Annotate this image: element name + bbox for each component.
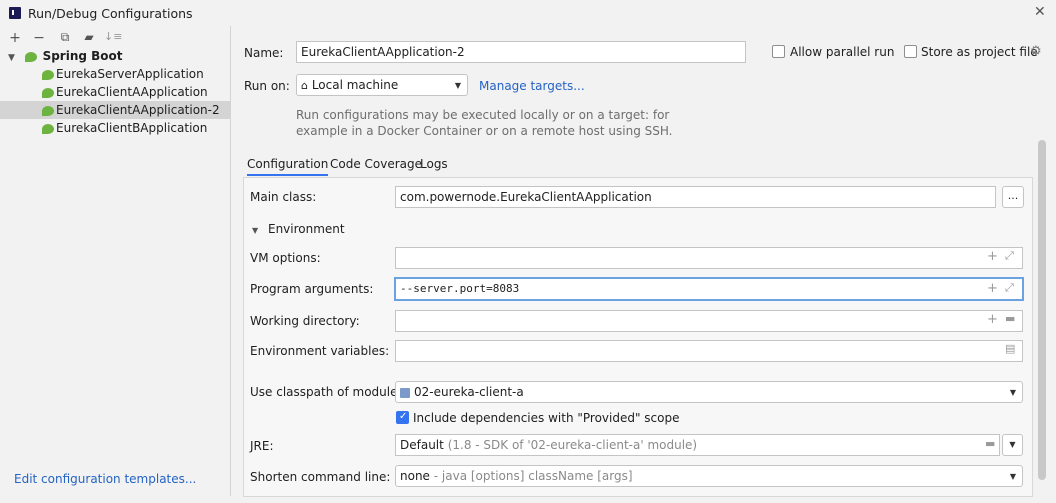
move-to-folder-icon[interactable]: ▰	[80, 30, 98, 44]
environment-label: Environment	[267, 222, 345, 236]
scrollbar[interactable]	[1038, 140, 1046, 480]
tab-configuration[interactable]: Configuration	[247, 157, 329, 176]
tree-item-label: EurekaServerApplication	[56, 67, 204, 81]
vm-options-label: VM options:	[250, 251, 321, 265]
remove-icon[interactable]: −	[30, 30, 48, 46]
jre-value: Default	[400, 438, 444, 452]
browse-main-class-button[interactable]: ...	[1002, 186, 1024, 208]
program-arguments-field[interactable]: --server.port=8083	[394, 277, 1024, 301]
shorten-command-select[interactable]: none - java [options] className [args] ▼	[395, 465, 1023, 487]
add-icon[interactable]: +	[987, 249, 998, 264]
classpath-module-select[interactable]: 02-eureka-client-a ▼	[395, 381, 1023, 403]
shorten-command-value: none	[400, 469, 430, 483]
jre-dropdown-button[interactable]: ▼	[1002, 434, 1023, 456]
working-directory-label: Working directory:	[250, 314, 360, 328]
add-icon[interactable]: +	[987, 312, 998, 327]
sort-icon[interactable]: ↓≡	[104, 30, 122, 43]
tab-code-coverage[interactable]: Code Coverage	[330, 157, 422, 171]
tree-group-spring-boot[interactable]: ▼ Spring Boot	[0, 47, 231, 65]
program-arguments-label: Program arguments:	[250, 282, 374, 296]
document-icon[interactable]: ▤	[1005, 342, 1015, 355]
add-icon[interactable]: +	[987, 281, 998, 296]
tree-group-label: Spring Boot	[42, 49, 123, 63]
main-class-field[interactable]: com.powernode.EurekaClientAApplication	[395, 186, 996, 208]
tree-item[interactable]: EurekaClientAApplication	[0, 83, 231, 101]
expand-icon[interactable]: ⤢	[1005, 249, 1014, 263]
tree-item-label: EurekaClientBApplication	[56, 121, 208, 135]
name-field[interactable]: EurekaClientAApplication-2	[296, 41, 746, 63]
edit-templates-link[interactable]: Edit configuration templates...	[14, 472, 196, 486]
run-on-label: Run on:	[244, 79, 290, 93]
window-title: Run/Debug Configurations	[28, 6, 193, 21]
environment-section[interactable]: ▼ Environment	[252, 222, 345, 236]
run-on-hint-line1: Run configurations may be executed local…	[296, 108, 670, 122]
chevron-down-icon: ▼	[1009, 388, 1016, 397]
jre-label: JRE:	[250, 439, 274, 453]
classpath-module-value: 02-eureka-client-a	[414, 385, 524, 399]
manage-targets-link[interactable]: Manage targets...	[479, 79, 585, 93]
main-class-label: Main class:	[250, 190, 317, 204]
working-directory-field[interactable]	[395, 310, 1023, 332]
spring-boot-icon	[42, 123, 54, 134]
tree-item-label: EurekaClientAApplication	[56, 85, 208, 99]
copy-icon[interactable]: ⧉	[56, 30, 74, 45]
close-icon[interactable]: ✕	[1034, 4, 1046, 20]
spring-boot-icon	[42, 69, 54, 80]
include-dependencies-checkbox[interactable]	[396, 411, 409, 424]
tree-item-selected[interactable]: EurekaClientAApplication-2	[0, 101, 231, 119]
spring-boot-icon	[24, 51, 37, 62]
folder-icon[interactable]: ▬	[1005, 312, 1015, 325]
shorten-command-label: Shorten command line:	[250, 470, 391, 484]
chevron-down-icon: ▼	[1009, 440, 1016, 449]
environment-variables-field[interactable]	[395, 340, 1023, 362]
gear-icon[interactable]: ⚙	[1030, 44, 1042, 59]
tree-item[interactable]: EurekaClientBApplication	[0, 119, 231, 137]
run-on-hint-line2: example in a Docker Container or on a re…	[296, 124, 673, 138]
tree-item[interactable]: EurekaServerApplication	[0, 65, 231, 83]
allow-parallel-checkbox[interactable]	[772, 45, 785, 58]
folder-icon[interactable]: ▬	[985, 437, 995, 450]
environment-variables-label: Environment variables:	[250, 344, 390, 358]
tree-item-label: EurekaClientAApplication-2	[56, 103, 220, 117]
spring-boot-icon	[42, 105, 54, 116]
app-icon	[9, 7, 21, 19]
home-icon: ⌂	[301, 79, 308, 92]
run-on-value: Local machine	[311, 78, 399, 92]
chevron-down-icon: ▼	[8, 53, 15, 63]
chevron-down-icon: ▼	[1009, 472, 1016, 481]
spring-boot-icon	[42, 87, 54, 98]
shorten-command-detail: - java [options] className [args]	[433, 469, 633, 483]
expand-icon[interactable]: ⤢	[1005, 281, 1014, 295]
run-on-select[interactable]: ⌂ Local machine ▼	[296, 74, 468, 96]
chevron-down-icon: ▼	[454, 81, 461, 90]
name-label: Name:	[244, 46, 284, 60]
chevron-down-icon: ▼	[252, 226, 259, 235]
add-icon[interactable]: +	[6, 30, 24, 46]
store-project-label: Store as project file	[921, 45, 1038, 59]
include-dependencies-label: Include dependencies with "Provided" sco…	[413, 411, 680, 425]
vm-options-field[interactable]	[395, 247, 1023, 269]
classpath-module-label: Use classpath of module:	[250, 385, 402, 399]
jre-field[interactable]: Default (1.8 - SDK of '02-eureka-client-…	[395, 434, 1000, 456]
allow-parallel-label: Allow parallel run	[790, 45, 895, 59]
jre-detail: (1.8 - SDK of '02-eureka-client-a' modul…	[447, 438, 698, 452]
module-icon	[400, 387, 410, 398]
tab-logs[interactable]: Logs	[420, 157, 448, 171]
store-project-checkbox[interactable]	[904, 45, 917, 58]
